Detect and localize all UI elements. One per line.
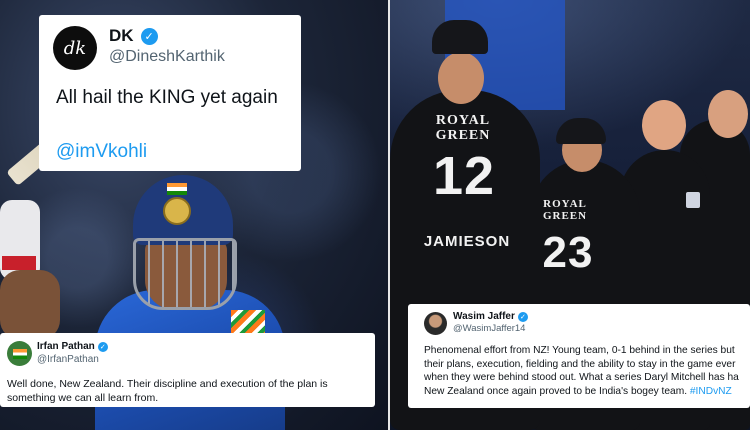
user-handle[interactable]: @WasimJaffer14 bbox=[453, 323, 525, 334]
jersey-sponsor: ROYAL GREEN bbox=[542, 198, 588, 222]
display-name-text: DK bbox=[109, 26, 134, 45]
tweet-card-wasim[interactable]: Wasim Jaffer ✓ @WasimJaffer14 Phenomenal… bbox=[408, 304, 750, 408]
tweet-card-dk[interactable]: dk DK ✓ @DineshKarthik All hail the KING… bbox=[39, 15, 301, 171]
hashtag-link[interactable]: #INDvNZ bbox=[690, 386, 732, 397]
avatar-monogram: dk bbox=[63, 37, 87, 59]
player-head bbox=[438, 52, 484, 104]
avatar[interactable] bbox=[424, 312, 447, 335]
tweet-card-irfan[interactable]: Irfan Pathan ✓ @IrfanPathan Well done, N… bbox=[0, 333, 375, 407]
avatar[interactable]: dk bbox=[53, 26, 97, 70]
display-name-text: Irfan Pathan bbox=[37, 341, 95, 352]
tweet-text: Well done, New Zealand. Their discipline… bbox=[7, 378, 328, 404]
helmet-grille bbox=[133, 238, 237, 310]
jersey-player-name: JAMIESON bbox=[423, 233, 511, 250]
raised-arm bbox=[0, 270, 60, 340]
jersey-number: 23 bbox=[542, 228, 594, 277]
batting-glove bbox=[0, 200, 40, 280]
user-handle[interactable]: @IrfanPathan bbox=[37, 354, 99, 365]
user-handle[interactable]: @DineshKarthik bbox=[109, 48, 225, 66]
display-name[interactable]: Wasim Jaffer ✓ bbox=[453, 311, 528, 322]
tweet-line: Phenomenal effort from NZ! Young team, 0… bbox=[424, 345, 735, 356]
display-name-text: Wasim Jaffer bbox=[453, 311, 515, 322]
verified-badge-icon: ✓ bbox=[97, 341, 108, 352]
tweet-line: when they were behind stood out. What a … bbox=[424, 372, 739, 384]
india-flag-icon bbox=[167, 183, 187, 195]
tweet-text: Phenomenal effort from NZ! Young team, 0… bbox=[424, 344, 750, 398]
verified-badge-icon: ✓ bbox=[517, 311, 528, 322]
mention-link[interactable]: @imVkohli bbox=[56, 141, 147, 163]
jersey-number: 12 bbox=[432, 146, 496, 206]
tweet-line-text: New Zealand once again proved to be Indi… bbox=[424, 385, 690, 397]
display-name[interactable]: DK ✓ bbox=[109, 26, 158, 46]
player-head bbox=[642, 100, 686, 150]
tweet-line: their plans, execution, fielding and the… bbox=[424, 358, 736, 370]
jersey-sponsor: ROYAL GREEN bbox=[435, 113, 491, 143]
nz-fern-crest-icon bbox=[686, 192, 700, 208]
player-head bbox=[708, 90, 748, 138]
tweet-line-last: New Zealand once again proved to be Indi… bbox=[424, 385, 750, 399]
bcci-crest-icon bbox=[163, 197, 191, 225]
verified-badge-icon: ✓ bbox=[140, 27, 158, 45]
player-cap bbox=[432, 20, 488, 54]
tweet-text: All hail the KING yet again bbox=[56, 87, 278, 108]
display-name[interactable]: Irfan Pathan ✓ bbox=[37, 341, 108, 352]
avatar[interactable] bbox=[7, 341, 32, 366]
india-flag-icon bbox=[12, 348, 27, 359]
